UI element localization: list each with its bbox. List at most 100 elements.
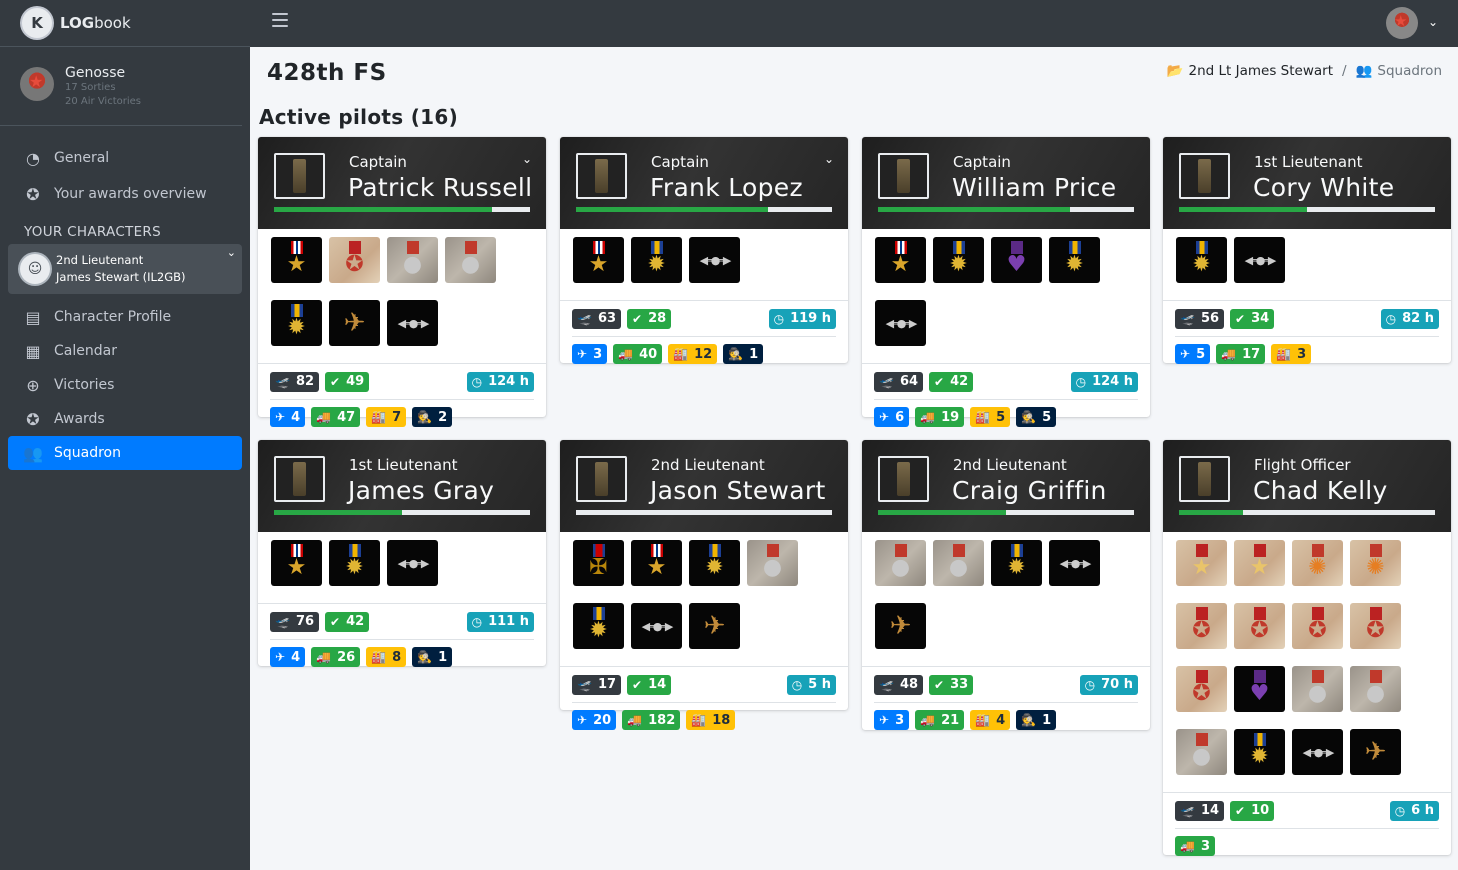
medal-silver-star-icon[interactable]: ★ (875, 237, 926, 283)
medal-air-medal-icon[interactable]: ✹ (1176, 237, 1227, 283)
industry-kills-badge: 🏭 3 (1271, 344, 1312, 364)
clock-icon: ◷ (1075, 374, 1087, 389)
medal-silver-star-icon[interactable]: ★ (271, 540, 322, 586)
user-menu-avatar[interactable] (1386, 7, 1418, 39)
chevron-down-icon[interactable]: ⌄ (1428, 15, 1438, 29)
rank-progress-bar (576, 510, 832, 515)
medal-gold-star-icon[interactable]: ★ (1234, 540, 1285, 586)
pilot-name[interactable]: Cory White (1253, 173, 1394, 202)
medal-silver-star-icon[interactable]: ★ (271, 237, 322, 283)
sidebar-item-victories[interactable]: ⊕ Victories (8, 368, 242, 402)
pilot-name[interactable]: Frank Lopez (650, 173, 803, 202)
medal-eagle-wings-icon[interactable]: ✈ (329, 300, 380, 346)
check-icon: ✔ (330, 614, 341, 629)
pilot-stats: 🛫 14 ✔ 10 ◷ 6 h 🚚 3 (1163, 792, 1451, 863)
sidebar-item-awards-overview[interactable]: ✪ Your awards overview (8, 176, 242, 212)
medal-red-star-icon[interactable]: ✪ (1234, 603, 1285, 649)
sidebar-item-awards[interactable]: ✪ Awards (8, 402, 242, 436)
medal-combat-medal-icon[interactable]: ● (1292, 666, 1343, 712)
medal-air-medal-icon[interactable]: ✹ (933, 237, 984, 283)
medal-red-star-icon[interactable]: ✪ (329, 237, 380, 283)
breadcrumb-character[interactable]: 2nd Lt James Stewart (1189, 63, 1333, 79)
pilot-stats: 🛫 64 ✔ 42 ◷ 124 h ✈ 6 🚚 19 🏭 5 🕵 5 (862, 363, 1150, 434)
medal-combat-medal-icon[interactable]: ● (747, 540, 798, 586)
users-icon: 👥 (23, 443, 43, 463)
truck-icon: 🚚 (1221, 347, 1237, 361)
user-avatar[interactable] (20, 67, 54, 101)
pilot-rank: 1st Lieutenant (349, 456, 458, 474)
medal-air-medal-icon[interactable]: ✹ (1234, 729, 1285, 775)
ground-kills-badge: 🚚 40 (613, 344, 663, 364)
pilot-name[interactable]: William Price (952, 173, 1116, 202)
medal-list: ✹ ◀═●═▶ (1163, 229, 1451, 300)
user-name[interactable]: Genosse (65, 65, 141, 81)
pilot-name[interactable]: James Gray (348, 476, 494, 505)
medal-silver-star-icon[interactable]: ★ (631, 540, 682, 586)
medal-combat-medal-icon[interactable]: ● (1350, 666, 1401, 712)
medal-list: ★ ✹ ◀═●═▶ (560, 229, 848, 300)
clock-icon: ◷ (471, 614, 483, 629)
medal-air-medal-icon[interactable]: ✹ (271, 300, 322, 346)
pilot-card-header: 2nd Lieutenant Jason Stewart (560, 440, 848, 532)
medal-combat-medal-icon[interactable]: ● (445, 237, 496, 283)
medal-red-star-icon[interactable]: ✪ (1292, 603, 1343, 649)
medal-pilot-wings-icon[interactable]: ◀═●═▶ (1049, 540, 1100, 586)
medal-distinguished-cross-icon[interactable]: ✠ (573, 540, 624, 586)
medal-combat-medal-icon[interactable]: ● (387, 237, 438, 283)
sidebar-item-calendar[interactable]: ▦ Calendar (8, 334, 242, 368)
medal-combat-medal-icon[interactable]: ● (1176, 729, 1227, 775)
id-card-icon: ▤ (25, 307, 41, 327)
plane-icon: ✈ (275, 650, 286, 664)
double-chevron-down-icon[interactable]: ⌄ (522, 152, 532, 166)
medal-soviet-order-icon[interactable]: ✺ (1350, 540, 1401, 586)
medal-air-medal-icon[interactable]: ✹ (631, 237, 682, 283)
check-icon: ✔ (934, 677, 945, 692)
medal-soviet-order-icon[interactable]: ✺ (1292, 540, 1343, 586)
medal-pilot-wings-icon[interactable]: ◀═●═▶ (875, 300, 926, 346)
medal-pilot-wings-icon[interactable]: ◀═●═▶ (1292, 729, 1343, 775)
rank-insignia-icon (1179, 456, 1230, 502)
pilot-name[interactable]: Jason Stewart (650, 476, 826, 505)
medal-red-star-icon[interactable]: ✪ (1350, 603, 1401, 649)
medal-pilot-wings-icon[interactable]: ◀═●═▶ (1234, 237, 1285, 283)
medal-eagle-wings-icon[interactable]: ✈ (1350, 729, 1401, 775)
air-kills-badge: ✈ 20 (572, 710, 617, 730)
medal-air-medal-icon[interactable]: ✹ (1049, 237, 1100, 283)
medal-air-medal-icon[interactable]: ✹ (991, 540, 1042, 586)
medal-red-star-icon[interactable]: ✪ (1176, 603, 1227, 649)
sidebar-item-character-profile[interactable]: ▤ Character Profile (8, 300, 242, 334)
medal-air-medal-icon[interactable]: ✹ (329, 540, 380, 586)
rank-insignia-icon (576, 456, 627, 502)
medal-pilot-wings-icon[interactable]: ◀═●═▶ (631, 603, 682, 649)
pilot-name[interactable]: Chad Kelly (1253, 476, 1388, 505)
medal-air-medal-icon[interactable]: ✹ (573, 603, 624, 649)
pilot-name[interactable]: Craig Griffin (952, 476, 1107, 505)
plane-icon: ✈ (879, 410, 890, 424)
sidebar-item-squadron[interactable]: 👥 Squadron (8, 436, 242, 470)
medal-purple-heart-icon[interactable]: ♥ (1234, 666, 1285, 712)
medal-gold-star-icon[interactable]: ★ (1176, 540, 1227, 586)
medal-red-star-icon[interactable]: ✪ (1176, 666, 1227, 712)
medal-silver-star-icon[interactable]: ★ (573, 237, 624, 283)
medal-pilot-wings-icon[interactable]: ◀═●═▶ (387, 540, 438, 586)
medal-air-medal-icon[interactable]: ✹ (689, 540, 740, 586)
medal-eagle-wings-icon[interactable]: ✈ (689, 603, 740, 649)
medal-eagle-wings-icon[interactable]: ✈ (875, 603, 926, 649)
hamburger-menu-icon[interactable] (272, 13, 288, 27)
character-selector[interactable]: ☺ 2nd Lieutenant James Stewart (IL2GB) ⌄ (8, 244, 242, 294)
plane-departure-icon: 🛫 (275, 614, 290, 629)
medal-pilot-wings-icon[interactable]: ◀═●═▶ (689, 237, 740, 283)
chevron-down-icon[interactable]: ⌄ (824, 152, 834, 166)
medal-pilot-wings-icon[interactable]: ◀═●═▶ (387, 300, 438, 346)
medal-purple-heart-icon[interactable]: ♥ (991, 237, 1042, 283)
flight-hours-badge: ◷ 82 h (1380, 308, 1439, 329)
medal-combat-medal-icon[interactable]: ● (875, 540, 926, 586)
brand-link[interactable]: K LOGbook (0, 0, 250, 47)
medal-list: ★ ✪ ● ● ✹ ✈ ◀═●═▶ (258, 229, 546, 363)
medal-combat-medal-icon[interactable]: ● (933, 540, 984, 586)
pilot-stats: 🛫 17 ✔ 14 ◷ 5 h ✈ 20 🚚 182 🏭 18 (560, 666, 848, 737)
sidebar-item-general[interactable]: ◔ General (8, 140, 242, 176)
stats-row-victories: 🚚 3 (1175, 828, 1439, 863)
pilot-name[interactable]: Patrick Russell (348, 173, 532, 202)
user-secret-icon: 🕵 (417, 650, 433, 664)
